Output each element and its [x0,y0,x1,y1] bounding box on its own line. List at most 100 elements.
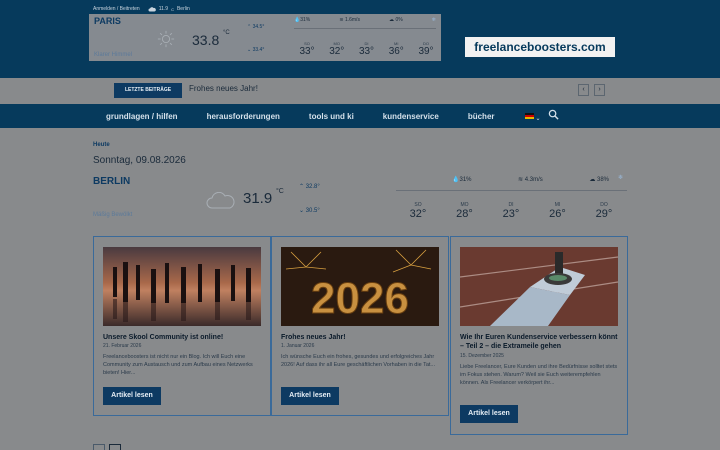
forecast-days: SO 33° MO 32° DI 33° MI 36° DO 39° [294,41,439,57]
login-link[interactable]: Anmelden / Beitreten [93,6,140,12]
day-temp: 29° [595,208,613,220]
ticker-headline[interactable]: Frohes neues Jahr! [189,84,258,93]
read-article-button[interactable]: Artikel lesen [103,387,161,405]
weather-stats: 💧31% ≋ 4.3m/s ☁ 38% ❄ [396,175,627,191]
year-text: 2026 [311,274,409,323]
weather-high: ⌃ 34.5° [247,24,264,30]
german-flag-icon [524,112,534,119]
snowflake-icon: ❄ [431,17,436,23]
ticker-prev-button[interactable]: ‹ [578,84,589,96]
arrow-down-icon: ⌄ [299,208,306,214]
weather-unit: °C [223,30,230,36]
article-excerpt: Liebe Freelancer, Eure Kunden und ihre B… [460,364,618,386]
read-article-button[interactable]: Artikel lesen [281,387,339,405]
article-excerpt: Freelanceboosters ist nicht nur ein Blog… [103,354,253,376]
article-image[interactable]: 2026 [281,247,439,326]
article-card: Wie Ihr Euren Kundenservice verbessern k… [450,236,628,435]
arrow-up-icon: ⌃ [299,184,306,190]
article-image[interactable] [460,247,618,326]
nav-item-herausforderungen[interactable]: herausforderungen [207,112,280,121]
mini-unit: C [171,6,174,12]
forecast-day: SO 33° [294,41,320,57]
sun-icon [157,30,175,48]
weather-high-value: 32.8° [305,184,320,190]
nav-item-buecher[interactable]: bücher [468,112,495,121]
forecast-day: MO 28° [450,202,480,220]
day-temp: 23° [502,208,520,220]
humidity: 💧31% [452,176,472,183]
forecast-day: DO 39° [413,41,439,57]
fireworks-2026-image: 2026 [281,247,439,326]
weather-city: PARIS [94,16,121,26]
weather-high-value: 34.5° [252,24,265,30]
day-temp: 39° [418,46,434,57]
cloud-value: 0% [395,17,403,23]
weather-low: ⌄ 30.5° [299,207,320,214]
pagination-prev[interactable] [93,444,105,450]
weather-low-value: 30.5° [305,208,320,214]
weather-stats: 💧31% ≋ 1.6m/s ☁ 0% ❄ [294,17,436,29]
top-links: Anmelden / Beitreten 11.9 C Berlin [93,6,190,12]
day-temp: 28° [456,208,473,220]
today-date: Sonntag, 09.08.2026 [93,155,186,166]
cloud-icon [148,6,156,11]
article-image[interactable] [103,247,261,326]
article-card: 2026 Frohes neues Jahr! 1. Januar 2026 I… [271,236,449,416]
chevron-down-icon: ⌄ [535,116,541,122]
snowflake-icon: ❄ [617,175,623,181]
humidity-value: 31% [300,17,311,23]
forecast-days: SO 32° MO 28° DI 23° MI 26° DO 29° [403,202,619,220]
forecast-day: MI 36° [383,41,409,57]
weather-unit: °C [276,188,284,195]
weather-widget-paris: PARIS Klarer Himmel 33.8 °C ⌃ 34.5° ⌄ 33… [89,14,441,61]
mini-weather: 11.9 C Berlin [148,6,190,12]
ticker-next-button[interactable]: › [594,84,605,96]
weather-high: ⌃ 32.8° [299,183,320,190]
language-switcher[interactable]: ⌄ [524,107,541,125]
article-title[interactable]: Wie Ihr Euren Kundenservice verbessern k… [460,333,620,351]
wind-value: 1.6m/s [344,17,360,23]
forecast-day: MO 32° [324,41,350,57]
day-temp: 33° [358,46,375,57]
ticker-label: LETZTE BEITRÄGE [114,83,182,98]
today-label: Heute [93,142,110,148]
site-logo[interactable]: freelanceboosters.com [465,37,615,57]
search-icon[interactable] [548,109,559,120]
mini-temp: 11.9 [158,6,169,12]
article-title[interactable]: Unsere Skool Community ist online! [103,333,263,342]
article-date: 21. Februar 2026 [103,343,142,349]
wind-value: 4.3m/s [524,177,543,183]
humidity-value: 31% [459,177,472,183]
wind-icon: ≋ [518,177,525,183]
cloudiness: ☁ 38% [589,176,609,183]
article-date: 1. Januar 2026 [281,343,315,349]
mini-city: Berlin [176,6,190,12]
forecast-day: DO 29° [589,202,619,220]
day-temp: 33° [299,46,315,57]
weather-temp: 33.8 [192,32,220,48]
cloud-icon: ☁ [589,177,597,183]
day-temp: 32° [329,46,345,57]
forecast-day: MI 26° [543,202,573,220]
running-track-image [460,247,618,326]
main-nav: grundlagen / hilfen herausforderungen to… [0,104,720,128]
weather-city: BERLIN [93,176,131,187]
weather-low: ⌄ 33.4° [247,47,264,53]
wind: ≋ 1.6m/s [339,17,360,23]
weather-desc: Klarer Himmel [94,52,133,58]
cloudiness: ☁ 0% [389,17,403,23]
weather-temp: 31.9 [243,190,273,207]
nav-item-tools[interactable]: tools und ki [309,112,354,121]
day-temp: 26° [549,208,566,220]
nav-item-grundlagen[interactable]: grundlagen / hilfen [106,112,178,121]
article-excerpt: Ich wünsche Euch ein frohes, gesundes un… [281,354,435,368]
cloud-value: 38% [596,177,609,183]
wind: ≋ 4.3m/s [518,176,543,183]
article-title[interactable]: Frohes neues Jahr! [281,333,441,342]
news-ticker: LETZTE BEITRÄGE Frohes neues Jahr! ‹ › [0,78,720,104]
read-article-button[interactable]: Artikel lesen [460,405,518,423]
cloud-icon [206,192,235,209]
nav-item-kundenservice[interactable]: kundenservice [383,112,439,121]
article-card: Unsere Skool Community ist online! 21. F… [93,236,271,416]
pagination-next[interactable] [109,444,121,450]
